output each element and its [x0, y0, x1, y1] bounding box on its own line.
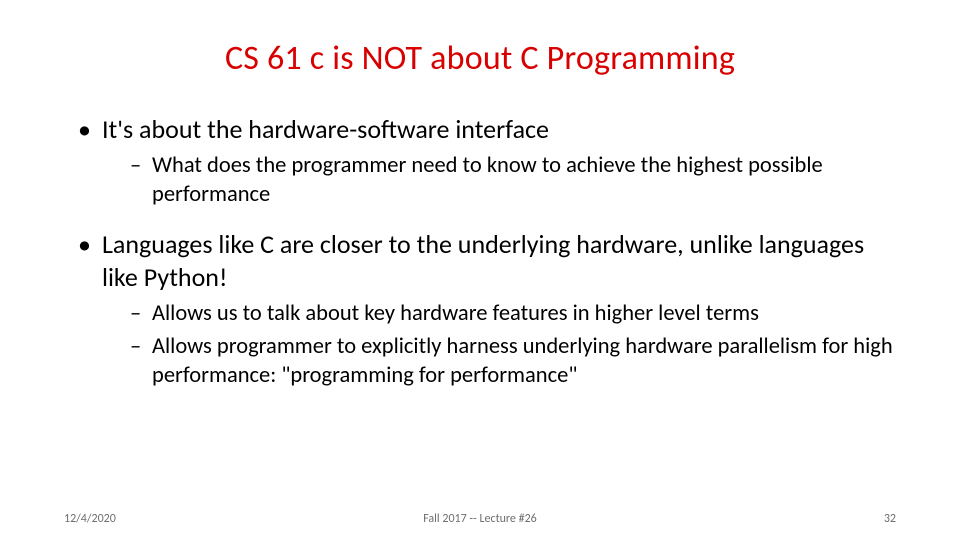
- bullet-text: Languages like C are closer to the under…: [102, 228, 864, 293]
- slide: CS 61 c is NOT about C Programming It's …: [0, 0, 960, 540]
- sub-bullet-item: Allows us to talk about key hardware fea…: [134, 300, 896, 329]
- bullet-item: It's about the hardware-software interfa…: [82, 113, 896, 210]
- footer-page-number: 32: [884, 512, 896, 526]
- bullet-list: It's about the hardware-software interfa…: [64, 113, 896, 391]
- sub-bullet-list: Allows us to talk about key hardware fea…: [102, 300, 896, 390]
- footer-lecture: Fall 2017 -- Lecture #26: [0, 512, 960, 526]
- slide-footer: 12/4/2020 Fall 2017 -- Lecture #26 32: [0, 512, 960, 526]
- bullet-text: It's about the hardware-software interfa…: [102, 113, 549, 145]
- slide-title: CS 61 c is NOT about C Programming: [64, 38, 896, 79]
- footer-date: 12/4/2020: [64, 512, 116, 526]
- sub-bullet-text: What does the programmer need to know to…: [152, 152, 823, 208]
- sub-bullet-item: Allows programmer to explicitly harness …: [134, 333, 896, 391]
- sub-bullet-list: What does the programmer need to know to…: [102, 152, 896, 210]
- sub-bullet-item: What does the programmer need to know to…: [134, 152, 896, 210]
- sub-bullet-text: Allows programmer to explicitly harness …: [152, 333, 893, 389]
- bullet-item: Languages like C are closer to the under…: [82, 228, 896, 391]
- sub-bullet-text: Allows us to talk about key hardware fea…: [152, 300, 759, 327]
